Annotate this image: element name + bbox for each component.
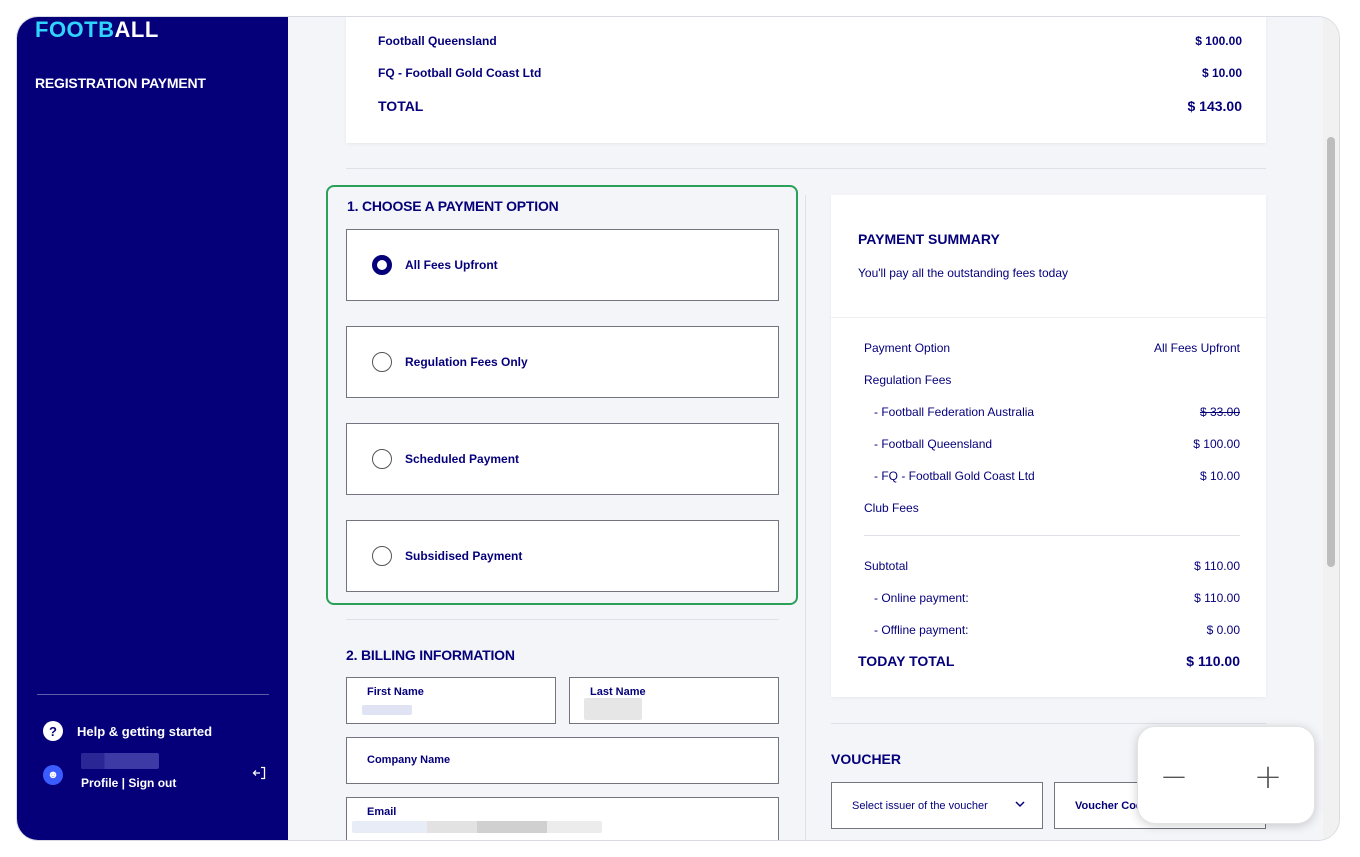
option-all-fees-upfront[interactable]: All Fees Upfront: [346, 229, 779, 301]
summary-label: Club Fees: [864, 501, 919, 515]
summary-label: - FQ - Football Gold Coast Ltd: [874, 469, 1035, 483]
fee-amount: $ 10.00: [1201, 66, 1242, 80]
first-name-label: First Name: [367, 686, 424, 698]
section-divider: [831, 723, 1266, 724]
summary-title: PAYMENT SUMMARY: [858, 231, 1000, 247]
radio-unselected[interactable]: [372, 546, 392, 566]
payment-summary-card: PAYMENT SUMMARY You'll pay all the outst…: [831, 195, 1266, 697]
option-label: Subsidised Payment: [405, 549, 523, 563]
option-subsidised-payment[interactable]: Subsidised Payment: [346, 520, 779, 592]
summary-row: - Offline payment: $ 0.00: [864, 623, 1240, 637]
fee-name: FQ - Football Gold Coast Ltd: [378, 66, 542, 80]
summary-value-strikethrough: $ 33.00: [1199, 405, 1240, 419]
summary-label: - Offline payment:: [874, 623, 969, 637]
column-divider: [805, 195, 806, 840]
help-link[interactable]: ? Help & getting started: [43, 721, 212, 741]
summary-row: - Online payment: $ 110.00: [864, 591, 1240, 605]
email-label: Email: [367, 806, 397, 818]
last-name-field[interactable]: Last Name: [569, 677, 779, 724]
fees-card: Football Queensland $ 100.00 FQ - Footba…: [346, 17, 1266, 143]
summary-divider: [864, 535, 1240, 536]
chevron-down-icon: [1015, 801, 1025, 808]
summary-value: All Fees Upfront: [1153, 341, 1240, 355]
main-content: Football Queensland $ 100.00 FQ - Footba…: [288, 17, 1339, 840]
email-field[interactable]: Email: [346, 797, 779, 840]
summary-row: Payment Option All Fees Upfront: [864, 341, 1240, 355]
sidebar: FOOTBALL REGISTRATION PAYMENT ? Help & g…: [17, 17, 288, 840]
scrollbar-thumb[interactable]: [1327, 137, 1335, 567]
summary-value: $ 110.00: [1194, 591, 1240, 605]
billing-title: 2. BILLING INFORMATION: [346, 647, 515, 663]
summary-value: $ 10.00: [1199, 469, 1240, 483]
redacted-email: [352, 821, 602, 833]
summary-label: - Football Queensland: [874, 437, 993, 451]
sidebar-title: REGISTRATION PAYMENT: [35, 75, 206, 91]
option-label: All Fees Upfront: [405, 258, 498, 272]
last-name-label: Last Name: [590, 686, 646, 698]
redacted-first-name: [362, 705, 412, 715]
fee-row: Football Queensland $ 100.00: [378, 34, 1242, 48]
app-window: FOOTBALL REGISTRATION PAYMENT ? Help & g…: [16, 16, 1340, 841]
summary-label: Payment Option: [864, 341, 951, 355]
help-icon: ?: [43, 721, 63, 741]
summary-value: $ 0.00: [1206, 623, 1240, 637]
voucher-issuer-placeholder: Select issuer of the voucher: [852, 799, 988, 812]
today-total-row: TODAY TOTAL $ 110.00: [858, 653, 1240, 669]
summary-divider: [831, 317, 1266, 318]
section-divider: [346, 168, 1266, 169]
redacted-user-name: [81, 753, 159, 769]
zoom-out-button[interactable]: −: [1154, 757, 1194, 797]
zoom-control: − +: [1137, 726, 1315, 824]
zoom-in-button[interactable]: +: [1248, 757, 1288, 797]
total-amount: $ 143.00: [1187, 98, 1243, 114]
option-regulation-fees-only[interactable]: Regulation Fees Only: [346, 326, 779, 398]
total-label: TOTAL: [378, 98, 424, 114]
profile-area: ☻ Profile | Sign out: [43, 753, 268, 793]
option-label: Scheduled Payment: [405, 452, 520, 466]
fee-total-row: TOTAL $ 143.00: [378, 98, 1242, 114]
summary-subtitle: You'll pay all the outstanding fees toda…: [858, 266, 1068, 280]
help-label: Help & getting started: [77, 723, 213, 739]
radio-selected[interactable]: [372, 255, 392, 275]
redacted-last-name: [584, 698, 642, 720]
scrollbar[interactable]: [1323, 17, 1339, 840]
summary-row: Subtotal $ 110.00: [864, 559, 1240, 573]
radio-unselected[interactable]: [372, 449, 392, 469]
summary-row: - Football Queensland $ 100.00: [864, 437, 1240, 451]
first-name-field[interactable]: First Name: [346, 677, 556, 724]
radio-unselected[interactable]: [372, 352, 392, 372]
summary-label: - Football Federation Australia: [874, 405, 1035, 419]
voucher-title: VOUCHER: [831, 751, 902, 767]
option-label: Regulation Fees Only: [405, 355, 528, 369]
payment-option-title: 1. CHOOSE A PAYMENT OPTION: [347, 198, 559, 214]
today-total-label: TODAY TOTAL: [858, 653, 955, 669]
today-total-value: $ 110.00: [1186, 653, 1240, 669]
logo-part-2: ALL: [114, 17, 159, 42]
fee-name: Football Queensland: [378, 34, 497, 48]
option-scheduled-payment[interactable]: Scheduled Payment: [346, 423, 779, 495]
summary-label: Subtotal: [864, 559, 909, 573]
fee-row: FQ - Football Gold Coast Ltd $ 10.00: [378, 66, 1242, 80]
company-name-label: Company Name: [367, 754, 451, 766]
profile-signout-links[interactable]: Profile | Sign out: [81, 776, 176, 790]
summary-row: - FQ - Football Gold Coast Ltd $ 10.00: [864, 469, 1240, 483]
company-name-field[interactable]: Company Name: [346, 737, 779, 784]
summary-value: $ 100.00: [1193, 437, 1240, 451]
fee-amount: $ 100.00: [1195, 34, 1242, 48]
voucher-issuer-select[interactable]: Select issuer of the voucher: [831, 782, 1043, 829]
summary-label: Regulation Fees: [864, 373, 952, 387]
sign-out-icon[interactable]: [252, 766, 266, 780]
summary-row: Club Fees: [864, 501, 1240, 515]
summary-value: $ 110.00: [1194, 559, 1240, 573]
summary-label: - Online payment:: [874, 591, 969, 605]
sidebar-divider: [37, 694, 269, 695]
summary-row: Regulation Fees: [864, 373, 1240, 387]
football-logo[interactable]: FOOTBALL: [35, 17, 159, 43]
avatar-icon[interactable]: ☻: [43, 765, 63, 785]
section-divider: [346, 619, 779, 620]
summary-row: - Football Federation Australia $ 33.00: [864, 405, 1240, 419]
logo-part-1: FOOTB: [35, 17, 115, 42]
